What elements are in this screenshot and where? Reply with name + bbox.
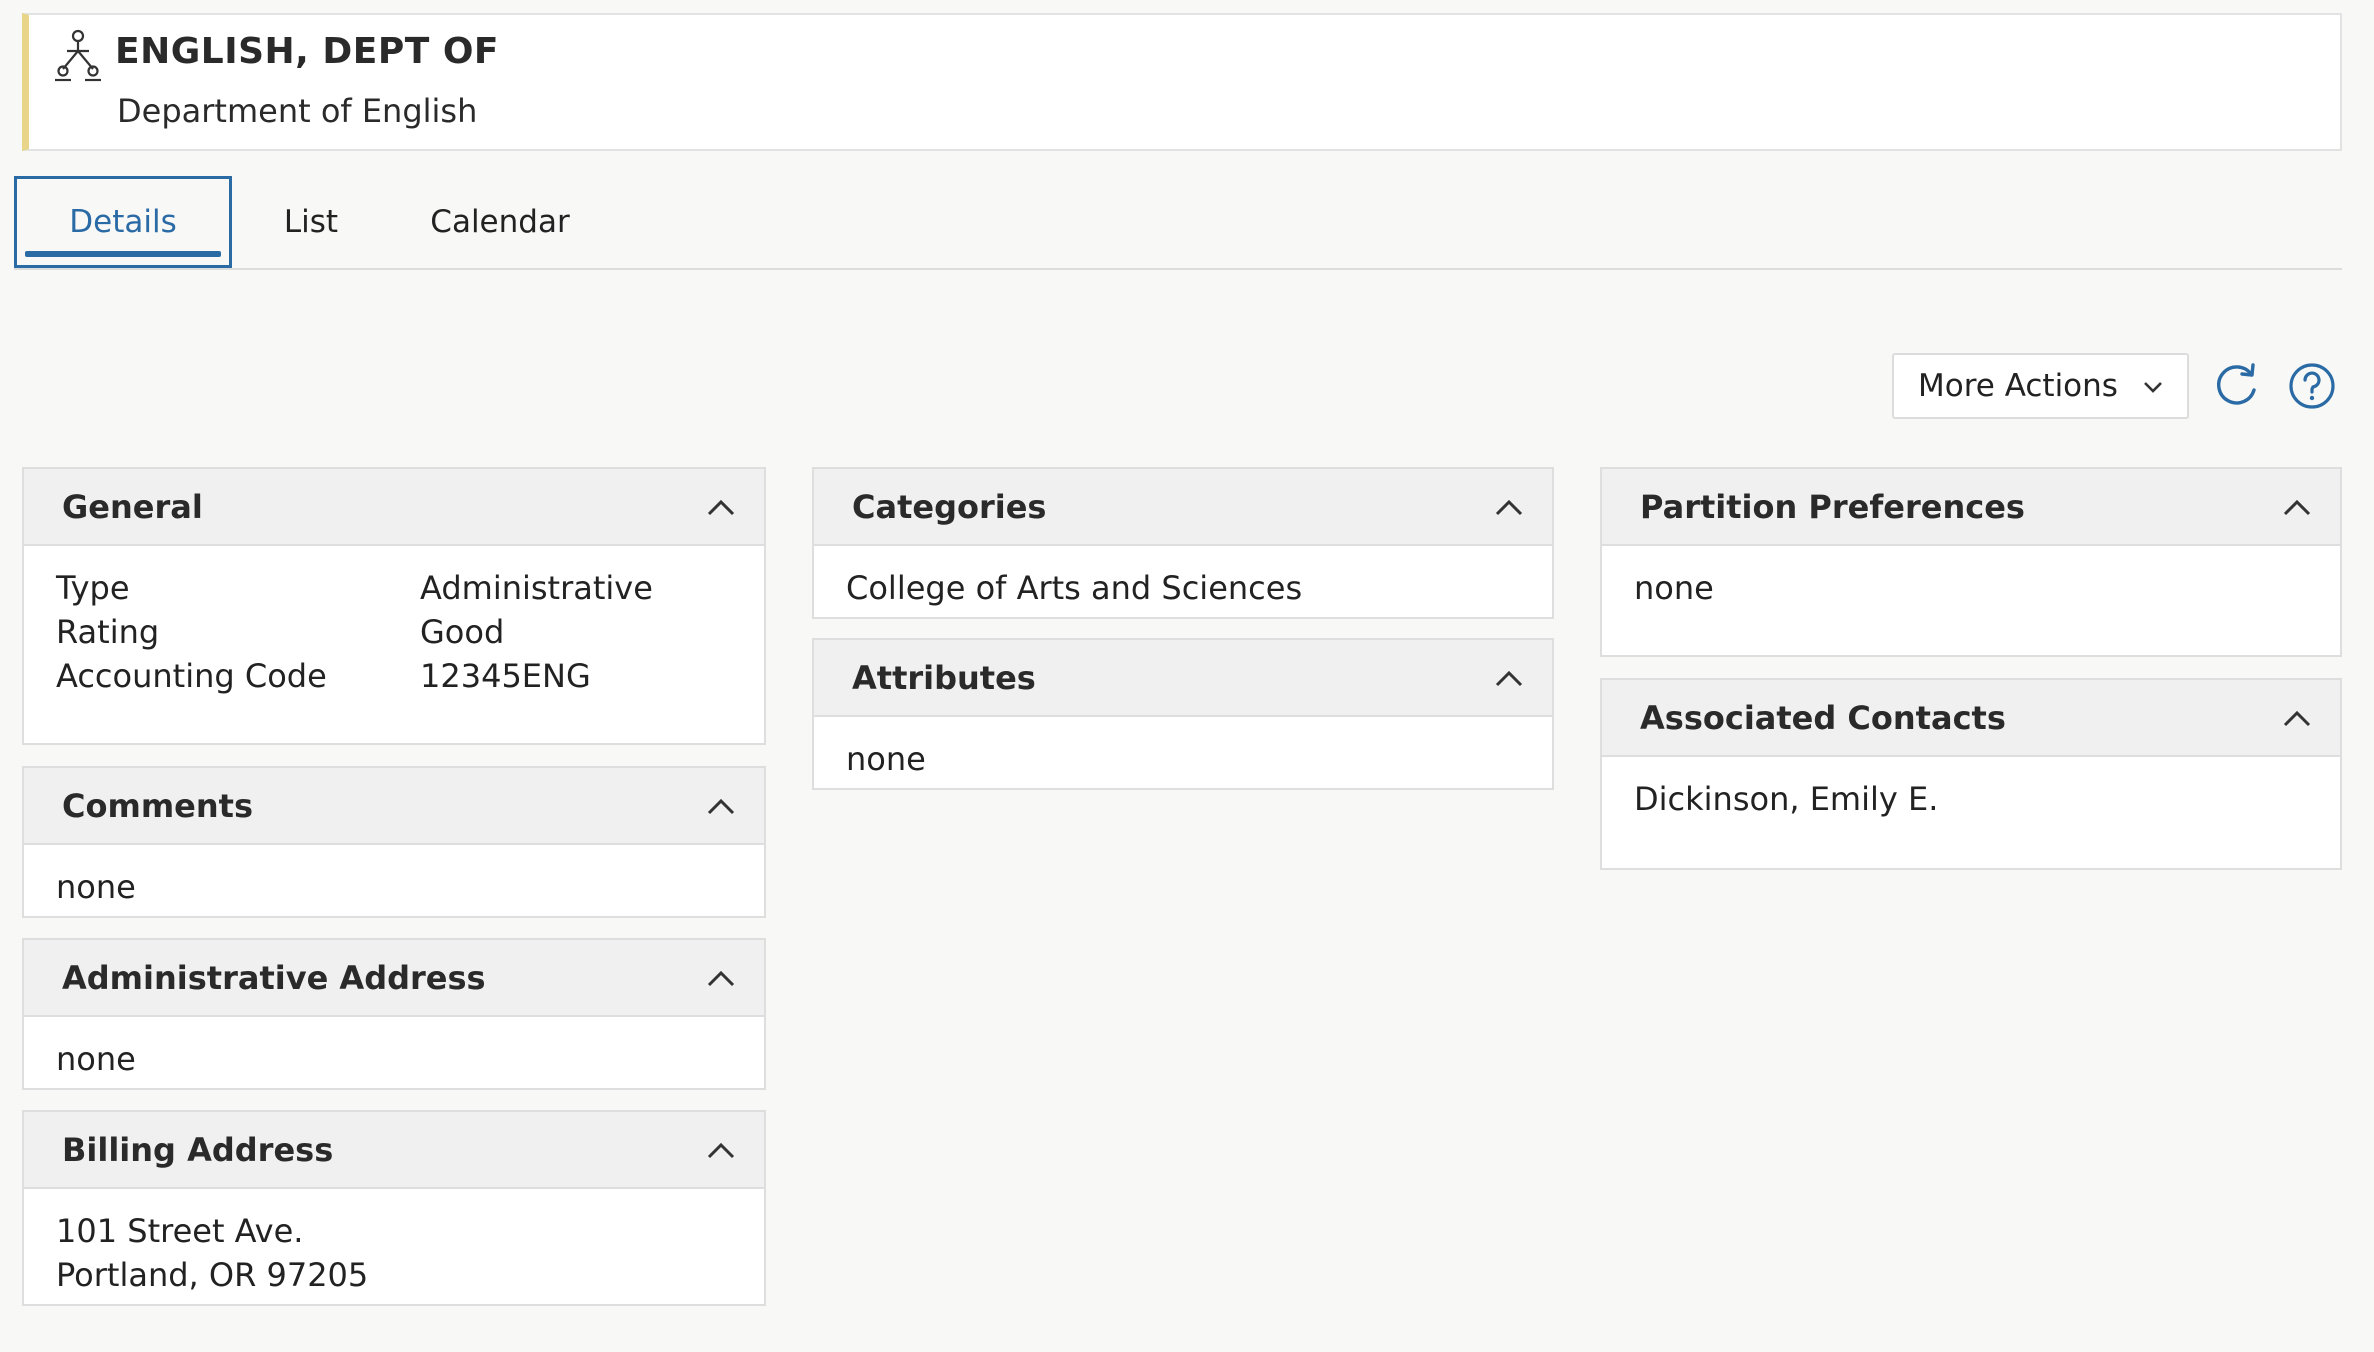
chevron-up-icon[interactable] bbox=[704, 1134, 738, 1168]
field-value: 12345ENG bbox=[420, 657, 591, 695]
administrative-address-panel: Administrative Address none bbox=[22, 938, 766, 1090]
field-row: Accounting Code 12345ENG bbox=[56, 654, 764, 698]
field-label: Type bbox=[56, 569, 130, 607]
panel-title: Comments bbox=[62, 787, 253, 825]
categories-value: College of Arts and Sciences bbox=[846, 569, 1303, 607]
more-actions-dropdown[interactable]: More Actions bbox=[1892, 353, 2189, 419]
comments-panel: Comments none bbox=[22, 766, 766, 918]
chevron-up-icon[interactable] bbox=[1492, 491, 1526, 525]
org-chart-icon bbox=[55, 29, 101, 82]
administrative-address-panel-header[interactable]: Administrative Address bbox=[24, 940, 764, 1017]
categories-panel: Categories College of Arts and Sciences bbox=[812, 467, 1554, 619]
panel-title: Billing Address bbox=[62, 1131, 334, 1169]
administrative-address-value: none bbox=[56, 1040, 136, 1078]
billing-address-line2: Portland, OR 97205 bbox=[56, 1256, 369, 1294]
panel-title: Attributes bbox=[852, 659, 1036, 697]
associated-contacts-panel: Associated Contacts Dickinson, Emily E. bbox=[1600, 678, 2342, 870]
chevron-up-icon[interactable] bbox=[704, 962, 738, 996]
more-actions-label: More Actions bbox=[1918, 368, 2118, 404]
panel-title: Associated Contacts bbox=[1640, 699, 2006, 737]
billing-address-panel: Billing Address 101 Street Ave. Portland… bbox=[22, 1110, 766, 1306]
field-value: Administrative bbox=[420, 569, 653, 607]
refresh-icon[interactable] bbox=[2210, 360, 2262, 412]
general-panel-header[interactable]: General bbox=[24, 469, 764, 546]
panel-title: General bbox=[62, 488, 203, 526]
general-panel: General Type Administrative Rating Good … bbox=[22, 467, 766, 745]
associated-contacts-panel-header[interactable]: Associated Contacts bbox=[1602, 680, 2340, 757]
panel-title: Categories bbox=[852, 488, 1047, 526]
partition-preferences-panel-header[interactable]: Partition Preferences bbox=[1602, 469, 2340, 546]
tab-details[interactable]: Details bbox=[14, 176, 232, 268]
chevron-up-icon[interactable] bbox=[2280, 491, 2314, 525]
attributes-panel-header[interactable]: Attributes bbox=[814, 640, 1552, 717]
chevron-up-icon[interactable] bbox=[2280, 702, 2314, 736]
chevron-up-icon[interactable] bbox=[704, 790, 738, 824]
chevron-up-icon[interactable] bbox=[1492, 662, 1526, 696]
page-title: ENGLISH, DEPT OF bbox=[115, 31, 500, 72]
partition-preferences-panel: Partition Preferences none bbox=[1600, 467, 2342, 657]
attributes-panel: Attributes none bbox=[812, 638, 1554, 790]
page-subtitle: Department of English bbox=[117, 92, 478, 130]
field-value: Good bbox=[420, 613, 505, 651]
contact-link[interactable]: Dickinson, Emily E. bbox=[1634, 777, 2340, 821]
field-label: Rating bbox=[56, 613, 160, 651]
comments-panel-header[interactable]: Comments bbox=[24, 768, 764, 845]
attributes-value: none bbox=[846, 740, 926, 778]
organization-header: ENGLISH, DEPT OF Department of English bbox=[22, 13, 2342, 151]
field-label: Accounting Code bbox=[56, 657, 327, 695]
panel-title: Administrative Address bbox=[62, 959, 486, 997]
tab-calendar[interactable]: Calendar bbox=[408, 176, 592, 268]
billing-address-line1: 101 Street Ave. bbox=[56, 1212, 304, 1250]
field-row: Rating Good bbox=[56, 610, 764, 654]
tab-bar: Details List Calendar bbox=[14, 176, 2342, 270]
chevron-up-icon[interactable] bbox=[704, 491, 738, 525]
help-icon[interactable] bbox=[2286, 360, 2338, 412]
categories-panel-header[interactable]: Categories bbox=[814, 469, 1552, 546]
comments-value: none bbox=[56, 868, 136, 906]
field-row: Type Administrative bbox=[56, 566, 764, 610]
billing-address-panel-header[interactable]: Billing Address bbox=[24, 1112, 764, 1189]
tab-list[interactable]: List bbox=[250, 176, 372, 268]
chevron-down-icon bbox=[2144, 382, 2162, 393]
partition-preferences-value: none bbox=[1634, 569, 1714, 607]
panel-title: Partition Preferences bbox=[1640, 488, 2025, 526]
